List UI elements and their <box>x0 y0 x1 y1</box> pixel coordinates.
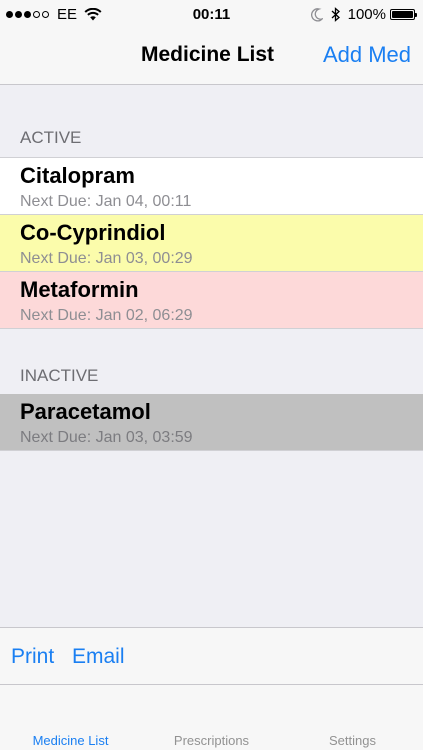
section-header-active: ACTIVE <box>20 128 82 147</box>
tab-label: Medicine List <box>32 733 109 748</box>
battery-fill <box>392 11 413 18</box>
tab-bar: Medicine List Prescriptions Settings <box>0 685 423 750</box>
medicine-next-due: Next Due: Jan 04, 00:11 <box>20 193 192 210</box>
battery-icon <box>390 9 417 20</box>
page-title: Medicine List <box>141 43 275 66</box>
print-button[interactable]: Print <box>11 645 54 669</box>
tab-prescriptions[interactable]: Prescriptions <box>141 685 282 750</box>
section-header-inactive: INACTIVE <box>20 366 99 385</box>
moon-icon <box>310 7 323 21</box>
tab-label: Prescriptions <box>173 733 250 748</box>
medicine-next-due: Next Due: Jan 03, 03:59 <box>20 429 193 446</box>
medicine-row[interactable]: Co-Cyprindiol Next Due: Jan 03, 00:29 <box>0 215 423 272</box>
status-right: 100% <box>310 6 417 23</box>
tab-medicine-list[interactable]: Medicine List <box>0 685 141 750</box>
medicine-next-due: Next Due: Jan 03, 00:29 <box>20 250 193 267</box>
tab-settings[interactable]: Settings <box>282 685 423 750</box>
add-med-button[interactable]: Add Med <box>323 42 411 68</box>
navigation-bar: Medicine List Add Med <box>0 30 423 85</box>
bottom-toolbar: Print Email <box>0 627 423 685</box>
medicine-row[interactable]: Paracetamol Next Due: Jan 03, 03:59 <box>0 394 423 451</box>
tab-label: Settings <box>329 733 376 748</box>
medicine-name: Citalopram <box>20 163 135 188</box>
medicine-next-due: Next Due: Jan 02, 06:29 <box>20 307 193 324</box>
medicine-row[interactable]: Citalopram Next Due: Jan 04, 00:11 <box>0 158 423 215</box>
medicine-name: Co-Cyprindiol <box>20 220 166 245</box>
medicine-name: Paracetamol <box>20 399 151 424</box>
battery-percent: 100% <box>347 6 386 23</box>
bluetooth-icon <box>331 7 340 22</box>
medicine-name: Metaformin <box>20 277 139 302</box>
email-button[interactable]: Email <box>72 645 125 669</box>
medicine-row[interactable]: Metaformin Next Due: Jan 02, 06:29 <box>0 272 423 329</box>
status-bar: EE 00:11 100% <box>0 0 423 30</box>
inactive-medicine-list: Paracetamol Next Due: Jan 03, 03:59 <box>0 394 423 451</box>
active-medicine-list: Citalopram Next Due: Jan 04, 00:11 Co-Cy… <box>0 157 423 329</box>
